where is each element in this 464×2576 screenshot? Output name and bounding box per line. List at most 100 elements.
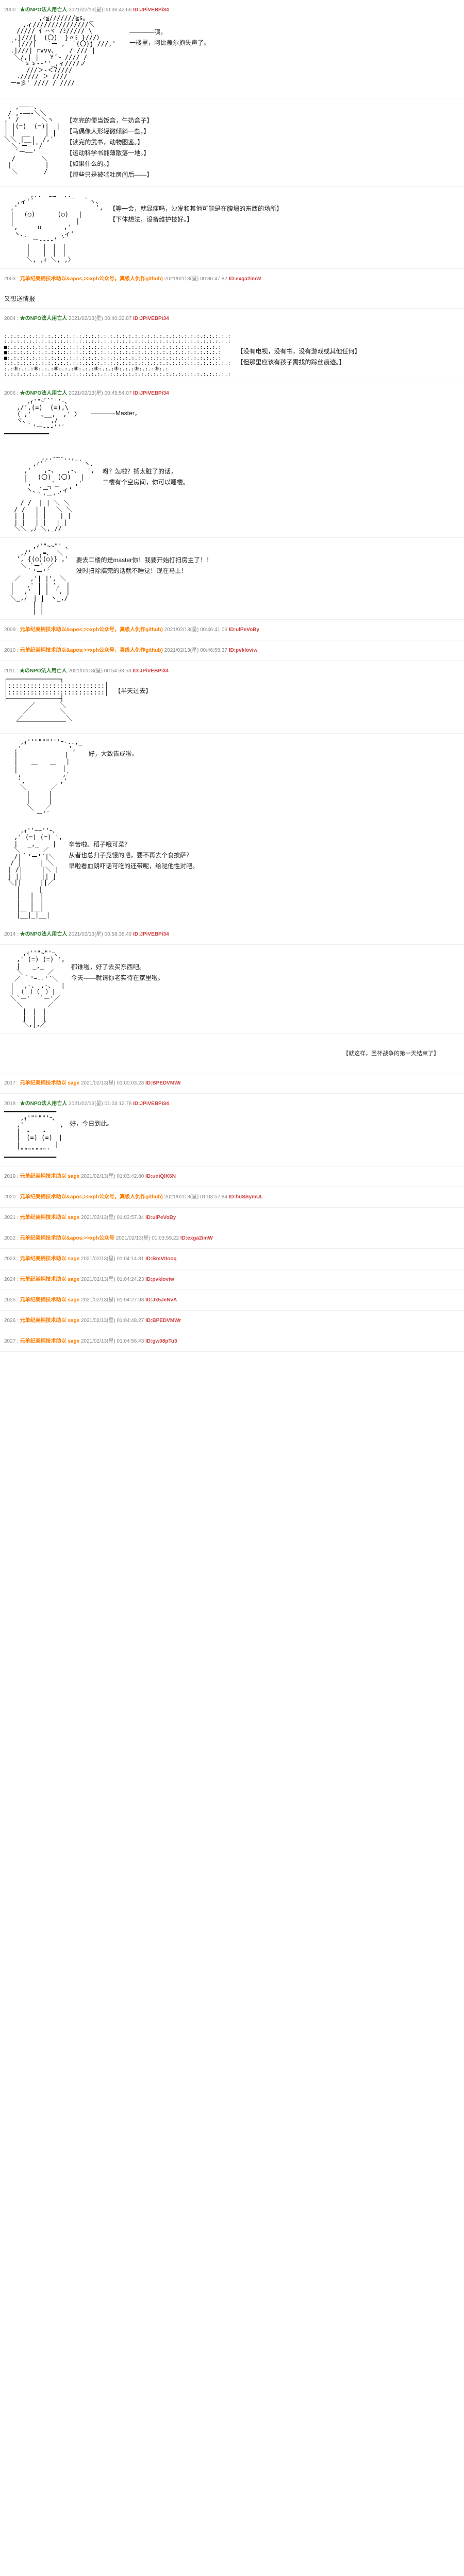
- post-body: ,ｨ'"~~"' ､ ,/' ,=､ ＼ ', {(○)(○)} ,' ＼ `ー…: [4, 543, 460, 615]
- post-body: ┌──────────────┐ │::::::::::::::::::::::…: [4, 676, 460, 728]
- post-id[interactable]: ID:exga2imW: [229, 276, 261, 282]
- post-text: ————咦， 一楼里，阿比盖尔抱失声了。: [129, 15, 460, 93]
- post-header: 2006 : ★のNPO法人用亡人 2021/02/13(星) 00:45:54…: [4, 388, 460, 396]
- post-author[interactable]: ★のNPO法人用亡人: [20, 7, 68, 13]
- post-number: 2018: [4, 1101, 15, 1107]
- post-author[interactable]: 元单纪美柄技术助以 sage: [20, 1174, 80, 1179]
- post-header: 2026 : 元单纪美柄技术助以 sage 2021/02/13(星) 01:0…: [4, 1316, 460, 1324]
- post-number: 2014: [4, 931, 15, 937]
- post-id[interactable]: ID:ulPeVoBy: [145, 1215, 176, 1221]
- post-date: 2021/02/13(星) 00:45:54.07: [69, 391, 131, 396]
- post-number: 2000: [4, 7, 15, 13]
- post-2027: 2027 : 元单纪美柄技术助以 sage 2021/02/13(星) 01:0…: [0, 1331, 464, 1352]
- post-text: 要去二楼的是master你！我要开始打扫房主了！！ 没时扫除搞完的话就不睡觉！现…: [76, 543, 460, 615]
- post-date: 2021/02/13(星) 00:36:42.66: [69, 7, 131, 13]
- post-id[interactable]: ID:BPEDVMWr: [145, 1080, 181, 1086]
- post-body: _,..-‐……‐-.._ ,ィ'´ ｀ヽ、 ,' ', | (○) (○) |…: [4, 192, 460, 263]
- post-id[interactable]: ID:huSSymUL: [229, 1194, 263, 1200]
- ascii-girl3: ,ｨ'"~~"' ､ ,/' ,=､ ＼ ', {(○)(○)} ,' ＼ `ー…: [4, 543, 70, 615]
- post-header: 2018 : ★のNPO法人用亡人 2021/02/13(星) 01:03:12…: [4, 1099, 460, 1107]
- post-id[interactable]: ID:Jx5JeNvA: [145, 1297, 177, 1303]
- post-id[interactable]: ID:pvkloviw: [145, 1277, 174, 1282]
- post-2012: ,ｨ''""""'''ｰ-..,_ ,' ', | | | ＿ ＿ | | | …: [0, 734, 464, 822]
- post-text: ————Master，: [91, 398, 460, 444]
- post-number: 2020: [4, 1194, 15, 1200]
- post-author[interactable]: 元单纪美柄技术助以 sage: [20, 1256, 80, 1262]
- post-text: 【吃完的便当饭盒，牛奶盒子】 【马偶像人形轻微倾斜一些，】 【读完的武书，动物图…: [66, 104, 460, 181]
- post-author[interactable]: 元单纪美柄技术助以 sage: [20, 1080, 80, 1086]
- post-2002: _,..-‐……‐-.._ ,ィ'´ ｀ヽ、 ,' ', | (○) (○) |…: [0, 187, 464, 269]
- text-line: 辛苦啦。稻子哦可菜？: [69, 840, 460, 849]
- post-header: 2004 : ★のNPO法人用亡人 2021/02/13(星) 00:40:32…: [4, 314, 460, 321]
- ascii-man-face: ━━━━━━━━━━━━━━ ,ｨ'""""'ｰ､ ,' ', | - - | …: [4, 1109, 63, 1161]
- text-line: 早啦看血朗吓话可吃的还带呢，给哒他性对吧。: [69, 861, 460, 870]
- post-id[interactable]: ID:gw08pTu3: [145, 1338, 177, 1344]
- post-body: ,..-―-..,_ ,ｨ'´ ｀ヽ、 ,' ,-、 ,-、 ', | (〇) …: [4, 454, 460, 532]
- post-header: 2010 : 元单纪美柄技术助以&apos;>>xph公众号，真级人仇作gith…: [4, 646, 460, 653]
- post-header: 2024 : 元单纪美柄技术助以 sage 2021/02/13(星) 01:0…: [4, 1275, 460, 1282]
- post-2010: 2010 : 元单纪美柄技术助以&apos;>>xph公众号，真级人仇作gith…: [0, 640, 464, 661]
- post-author[interactable]: ★のNPO法人用亡人: [20, 1101, 68, 1107]
- post-header: 2003 : 元单纪美柄技术助以&apos;>>xph公众号，真级人仇作gith…: [4, 274, 460, 282]
- post-number: 2019: [4, 1174, 15, 1179]
- post-date: 2021/02/13(星) 00:40:32.87: [69, 316, 131, 321]
- post-id[interactable]: ID:JPiVEBPi34: [133, 316, 169, 321]
- post-text: 呀？怎啦？搁太脏了的话， 二楼有个空房间，你可以睡楼。: [103, 454, 460, 532]
- post-2003: 2003 : 元单纪美柄技术助以&apos;>>xph公众号，真级人仇作gith…: [0, 269, 464, 309]
- ascii-table: ┌──────────────┐ │::::::::::::::::::::::…: [4, 676, 108, 728]
- text-line: 【下体想法，设备维护技好。】: [109, 215, 460, 224]
- post-body: ,―――-、 / ,-――-＼＼ ,' / ＼ヽ | |(=) (=)| | |…: [4, 104, 460, 181]
- post-id[interactable]: ID:JPiVEBPi34: [133, 391, 169, 396]
- post-date: 2021/02/13(星) 01:04:56.43: [81, 1338, 144, 1344]
- post-header: 2025 : 元单纪美柄技术助以 sage 2021/02/13(星) 01:0…: [4, 1295, 460, 1303]
- post-id[interactable]: ID:JPiVEBPi34: [133, 1101, 169, 1107]
- post-author[interactable]: 元单纪美柄技术助以 sage: [20, 1215, 80, 1221]
- post-author[interactable]: 元单纪美柄技术助以 sage: [20, 1338, 80, 1344]
- post-number: 2022: [4, 1235, 15, 1241]
- post-text: 都谁啦，好了去买东西吧。 今天——就请你老实待在家里啦。: [71, 950, 460, 1028]
- text-line: 【如果什么的。】: [66, 159, 460, 168]
- post-2017: 2017 : 元单纪美柄技术助以 sage 2021/02/13(星) 01:0…: [0, 1073, 464, 1094]
- post-text: 【没有电视，没有书，没有游戏或其他任何】 【但那里应该有孩子需找的踪丝痕迹。】: [237, 334, 460, 378]
- post-date: 2021/02/13(星) 01:03:42.80: [81, 1174, 144, 1179]
- post-id[interactable]: ID:uniQlK6N: [145, 1174, 176, 1179]
- post-author[interactable]: 元单纪美柄技术助以&apos;>>xph公众号，真级人仇作github): [20, 1194, 163, 1200]
- post-2014: 2014 : ★のNPO法人用亡人 2021/02/13(星) 00:58:38…: [0, 924, 464, 945]
- post-2020: 2020 : 元单纪美柄技术助以&apos;>>xph公众号，真级人仇作gith…: [0, 1187, 464, 1208]
- post-author[interactable]: 元单纪美柄技术助以 sage: [20, 1297, 80, 1303]
- post-id[interactable]: ID:exga2imW: [180, 1235, 213, 1241]
- post-number: 2010: [4, 648, 15, 653]
- post-header: 2017 : 元单纪美柄技术助以 sage 2021/02/13(星) 01:0…: [4, 1078, 460, 1086]
- post-author[interactable]: ★のNPO法人用亡人: [20, 931, 68, 937]
- post-id[interactable]: ID:pvkloviw: [229, 648, 258, 653]
- post-number: 2026: [4, 1318, 15, 1324]
- ascii-bed: :.:.:.:.:.:.:.:.:.:.:.:.:.:.:.:.:.:.:.:.…: [4, 334, 231, 378]
- post-author[interactable]: 元单纪美柄技术助以&apos;>>xph公众号，真级人仇作github): [20, 627, 163, 633]
- post-2001: ,―――-、 / ,-――-＼＼ ,' / ＼ヽ | |(=) (=)| | |…: [0, 98, 464, 187]
- post-date: 2021/02/13(星) 01:03:52.84: [164, 1194, 227, 1200]
- ascii-man-back: ,ｨ''""""'''ｰ-..,_ ,' ', | | | ＿ ＿ | | | …: [4, 739, 82, 817]
- post-author[interactable]: 元单纪美柄技术助以 sage: [20, 1318, 80, 1324]
- post-date: 2021/02/13(星) 00:46:41.06: [164, 627, 227, 633]
- text-line: 从者也总归子竞饿的吧，要不再去个食披萨？: [69, 851, 460, 859]
- post-id[interactable]: ID:ulPeVoBy: [229, 627, 259, 633]
- post-author[interactable]: ★のNPO法人用亡人: [20, 668, 67, 674]
- post-id[interactable]: ID:JPiVEBPi34: [133, 931, 169, 937]
- post-2008: ,ｨ'"~~"' ､ ,/' ,=､ ＼ ', {(○)(○)} ,' ＼ `ー…: [0, 538, 464, 620]
- post-id[interactable]: ID:JPiVEBPi34: [132, 668, 168, 674]
- post-author[interactable]: 元单纪美柄技术助以&apos;>>xph公众号，真级人仇作github): [20, 648, 163, 653]
- post-author[interactable]: ★のNPO法人用亡人: [20, 391, 68, 396]
- post-header: 2021 : 元单纪美柄技术助以 sage 2021/02/13(星) 01:0…: [4, 1213, 460, 1221]
- post-author[interactable]: 元单纪美柄技术助以 sage: [20, 1277, 80, 1282]
- post-id[interactable]: ID:BPEDVMWr: [145, 1318, 181, 1324]
- post-number: 2025: [4, 1297, 15, 1303]
- ascii-girl-stand: ,ｨ''~~''ｰ､ ,' (=) (=) ', | _,_ | ＼ ／ /|｀…: [4, 827, 62, 918]
- post-2021: 2021 : 元单纪美柄技术助以 sage 2021/02/13(星) 01:0…: [0, 1208, 464, 1228]
- post-id[interactable]: ID:JPiVEBPi34: [133, 7, 169, 13]
- post-author[interactable]: ★のNPO法人用亡人: [20, 316, 68, 321]
- post-author[interactable]: 元单纪美柄技术助以&apos;>>xph公众号，真级人仇作github): [20, 276, 163, 282]
- post-2019: 2019 : 元单纪美柄技术助以 sage 2021/02/13(星) 01:0…: [0, 1166, 464, 1187]
- post-author[interactable]: 元单纪美柄技术助以&apos;>>xph公众号: [20, 1235, 114, 1241]
- post-id[interactable]: ID:BmVtIooq: [145, 1256, 177, 1262]
- text-line: 【那些只是被喘吐房间后——】: [66, 170, 460, 179]
